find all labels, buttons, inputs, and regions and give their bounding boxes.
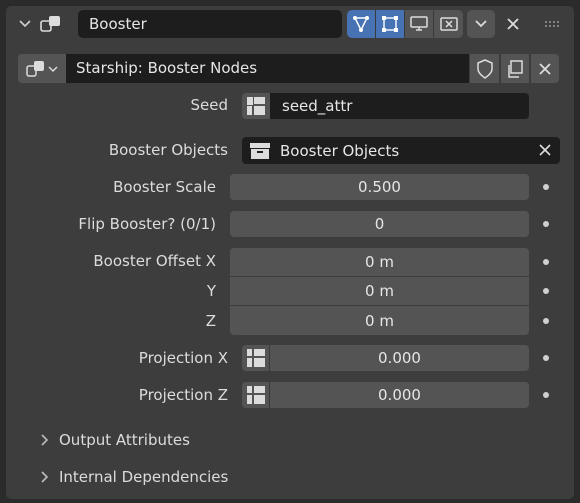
booster-scale-label: Booster Scale bbox=[113, 178, 216, 196]
output-attributes-subpanel[interactable]: Output Attributes bbox=[40, 431, 190, 449]
booster-scale-value: 0.500 bbox=[358, 178, 401, 196]
close-icon[interactable] bbox=[501, 11, 525, 37]
modifier-name-field[interactable]: Booster bbox=[78, 10, 342, 38]
booster-offset-y-field[interactable]: 0 m bbox=[230, 277, 529, 305]
seed-value: seed_attr bbox=[282, 97, 353, 115]
viewport-display-toggle[interactable] bbox=[405, 10, 434, 38]
booster-offset-y-label: Y bbox=[206, 282, 216, 300]
internal-dependencies-label: Internal Dependencies bbox=[59, 468, 229, 486]
projection-z-field[interactable]: 0.000 bbox=[270, 382, 529, 408]
projection-z-label: Projection Z bbox=[138, 386, 228, 404]
drag-handle-icon[interactable] bbox=[540, 14, 564, 34]
keyframe-dot-icon[interactable] bbox=[543, 392, 549, 398]
flip-booster-value: 0 bbox=[374, 215, 385, 233]
node-group-name: Starship: Booster Nodes bbox=[76, 59, 258, 77]
render-toggle[interactable] bbox=[434, 10, 463, 38]
attribute-table-icon bbox=[247, 97, 265, 115]
projection-x-field[interactable]: 0.000 bbox=[270, 345, 529, 371]
projection-z-value: 0.000 bbox=[378, 386, 421, 404]
projection-x-label: Projection X bbox=[138, 349, 228, 367]
flip-booster-label: Flip Booster? (0/1) bbox=[78, 215, 216, 233]
close-icon bbox=[539, 62, 551, 75]
node-group-field[interactable]: Starship: Booster Nodes bbox=[66, 54, 469, 83]
clear-icon[interactable] bbox=[539, 144, 551, 156]
dropdown-chevron-icon[interactable] bbox=[467, 10, 495, 38]
seed-attribute-field[interactable]: seed_attr bbox=[270, 93, 529, 119]
seed-attribute-toggle[interactable] bbox=[242, 93, 270, 119]
booster-offset-y-value: 0 m bbox=[365, 282, 394, 300]
booster-offset-z-label: Z bbox=[205, 312, 216, 330]
booster-objects-label: Booster Objects bbox=[108, 141, 228, 159]
keyframe-dot-icon[interactable] bbox=[543, 355, 549, 361]
duplicate-button[interactable] bbox=[500, 54, 529, 83]
shield-icon bbox=[476, 58, 493, 79]
geometry-nodes-modifier-icon bbox=[38, 12, 64, 36]
modifier-toggle-group bbox=[347, 10, 463, 38]
on-cage-toggle[interactable] bbox=[376, 10, 405, 38]
seed-label: Seed bbox=[190, 96, 229, 114]
projection-x-attribute-toggle[interactable] bbox=[242, 345, 270, 371]
booster-offset-x-field[interactable]: 0 m bbox=[230, 248, 529, 276]
fake-user-button[interactable] bbox=[470, 54, 499, 83]
node-tree-icon bbox=[26, 60, 58, 77]
modifier-name-text: Booster bbox=[89, 15, 147, 33]
output-attributes-label: Output Attributes bbox=[59, 431, 190, 449]
collapse-chevron-icon[interactable] bbox=[14, 12, 36, 36]
booster-offset-x-value: 0 m bbox=[365, 253, 394, 271]
booster-offset-z-value: 0 m bbox=[365, 311, 394, 330]
flip-booster-field[interactable]: 0 bbox=[230, 211, 529, 237]
attribute-table-icon bbox=[246, 349, 265, 367]
attribute-table-icon bbox=[246, 386, 265, 404]
keyframe-dot-icon[interactable] bbox=[543, 184, 549, 190]
collection-icon bbox=[250, 142, 270, 159]
booster-offset-z-field[interactable]: 0 m bbox=[230, 306, 529, 335]
duplicate-icon bbox=[508, 59, 523, 78]
booster-offset-x-label: Booster Offset X bbox=[93, 252, 216, 270]
keyframe-dot-icon[interactable] bbox=[543, 318, 549, 324]
projection-x-value: 0.000 bbox=[378, 349, 421, 367]
unlink-button[interactable] bbox=[530, 54, 559, 83]
node-group-type-button[interactable] bbox=[18, 54, 66, 83]
keyframe-dot-icon[interactable] bbox=[543, 221, 549, 227]
booster-scale-field[interactable]: 0.500 bbox=[230, 174, 529, 200]
chevron-right-icon bbox=[41, 471, 49, 483]
keyframe-dot-icon[interactable] bbox=[543, 259, 549, 265]
projection-z-attribute-toggle[interactable] bbox=[242, 382, 270, 408]
booster-objects-value: Booster Objects bbox=[280, 141, 400, 160]
internal-dependencies-subpanel[interactable]: Internal Dependencies bbox=[40, 468, 228, 486]
booster-objects-field[interactable]: Booster Objects bbox=[242, 137, 560, 164]
keyframe-dot-icon[interactable] bbox=[543, 288, 549, 294]
edit-mode-toggle[interactable] bbox=[347, 10, 376, 38]
chevron-right-icon bbox=[41, 434, 49, 446]
